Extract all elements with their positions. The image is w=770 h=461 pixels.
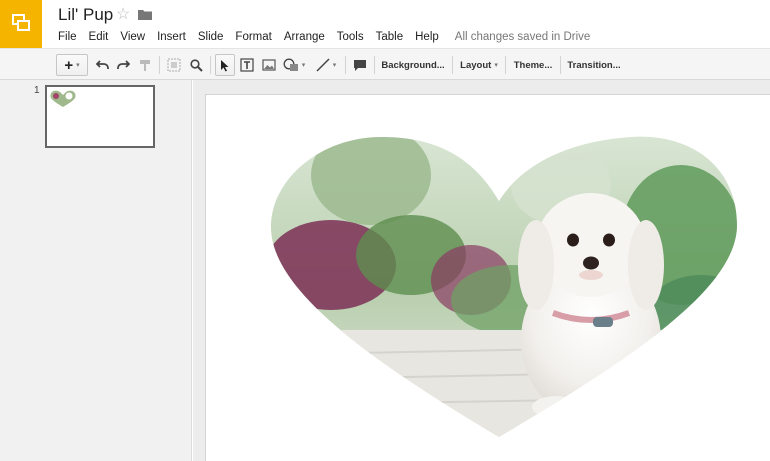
theme-label: Theme... <box>513 59 553 71</box>
transition-button[interactable]: Transition... <box>564 54 624 76</box>
menu-arrange[interactable]: Arrange <box>278 31 331 43</box>
save-status: All changes saved in Drive <box>454 31 591 43</box>
menu-bar: File Edit View Insert Slide Format Arran… <box>52 29 590 45</box>
shape-button[interactable]: ▾ <box>281 54 307 76</box>
editor-canvas-area <box>193 80 770 461</box>
menu-slide[interactable]: Slide <box>192 31 230 43</box>
folder-icon[interactable] <box>138 9 152 20</box>
toolbar-divider <box>505 56 506 74</box>
insert-comment-button[interactable] <box>350 54 370 76</box>
star-icon[interactable]: ☆ <box>116 5 130 25</box>
comment-icon <box>354 59 366 71</box>
shape-icon <box>283 58 298 71</box>
select-all-button[interactable] <box>165 54 183 76</box>
toolbar-divider <box>159 56 160 74</box>
heart-puppy-image[interactable] <box>261 115 751 440</box>
toolbar-divider <box>210 56 211 74</box>
theme-button[interactable]: Theme... <box>509 54 557 76</box>
text-box-button[interactable] <box>237 54 257 76</box>
undo-icon <box>95 60 109 69</box>
thumbnail-heart-image <box>50 90 76 107</box>
layout-button[interactable]: Layout ▾ <box>456 54 502 76</box>
toolbar-divider <box>452 56 453 74</box>
toolbar: + ▾ ▾ ▾ Background... Layout ▾ Theme... … <box>0 48 770 80</box>
line-icon <box>316 58 330 72</box>
slides-logo-icon <box>12 14 30 31</box>
plus-icon: + <box>64 56 74 74</box>
transition-label: Transition... <box>567 59 621 71</box>
text-box-icon <box>240 58 254 72</box>
slide-thumbnail[interactable] <box>45 85 155 148</box>
insert-image-button[interactable] <box>259 54 279 76</box>
new-slide-button[interactable]: + ▾ <box>56 54 88 76</box>
zoom-icon <box>189 58 203 72</box>
slide-number: 1 <box>34 85 40 96</box>
select-tool-button[interactable] <box>215 54 235 76</box>
chevron-down-icon: ▾ <box>301 62 306 69</box>
redo-icon <box>116 60 130 69</box>
paint-format-icon <box>140 59 150 71</box>
toolbar-divider <box>374 56 375 74</box>
chevron-down-icon: ▾ <box>332 62 337 69</box>
chevron-down-icon: ▾ <box>76 62 80 69</box>
menu-insert[interactable]: Insert <box>151 31 192 43</box>
toolbar-divider <box>560 56 561 74</box>
layout-label: Layout <box>460 59 492 71</box>
menu-help[interactable]: Help <box>409 31 445 43</box>
select-frame-icon <box>167 58 181 72</box>
slides-logo[interactable] <box>0 0 42 48</box>
background-button[interactable]: Background... <box>377 54 449 76</box>
menu-edit[interactable]: Edit <box>83 31 115 43</box>
menu-tools[interactable]: Tools <box>331 31 370 43</box>
menu-file[interactable]: File <box>52 31 83 43</box>
line-button[interactable]: ▾ <box>311 54 341 76</box>
menu-format[interactable]: Format <box>229 31 277 43</box>
image-icon <box>262 59 276 71</box>
document-title[interactable]: Lil' Pup <box>58 5 113 25</box>
chevron-down-icon: ▾ <box>494 62 498 69</box>
slide-filmstrip: 1 <box>0 80 192 461</box>
menu-table[interactable]: Table <box>370 31 410 43</box>
redo-button[interactable] <box>114 54 132 76</box>
background-label: Background... <box>381 59 445 71</box>
toolbar-divider <box>345 56 346 74</box>
menu-view[interactable]: View <box>114 31 151 43</box>
paint-format-button[interactable] <box>136 54 154 76</box>
undo-button[interactable] <box>93 54 111 76</box>
zoom-button[interactable] <box>187 54 205 76</box>
cursor-arrow-icon <box>221 59 229 71</box>
slide-canvas[interactable] <box>205 94 770 461</box>
